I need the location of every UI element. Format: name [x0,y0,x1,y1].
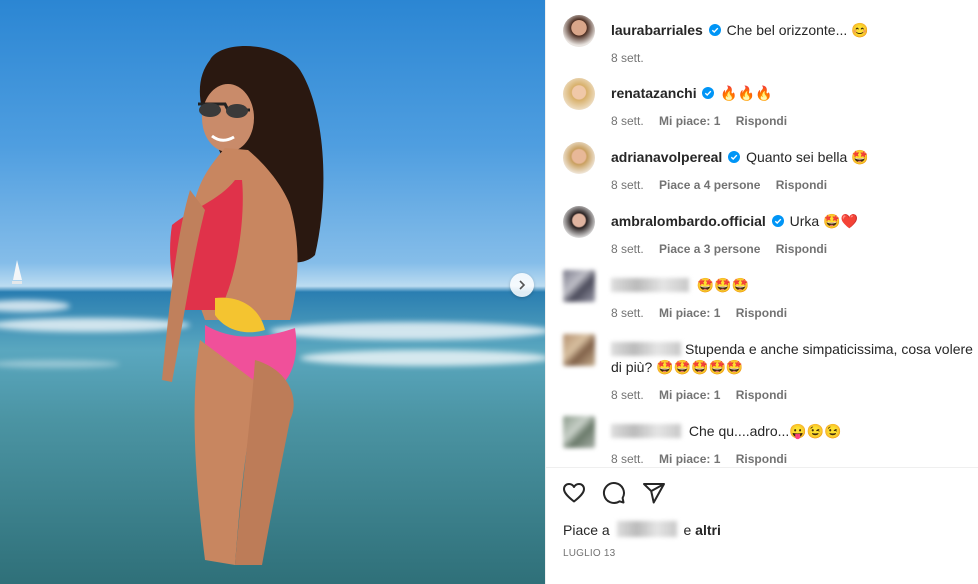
likes-count[interactable]: Piace a 4 persone [659,178,760,192]
comment-date: 8 sett. [611,51,644,65]
likes-summary[interactable]: Piace a e altri [563,521,721,538]
next-photo-button[interactable] [510,273,534,297]
comment-item: renatazanchi 🔥🔥🔥 8 sett. Mi piace: 1 Ris… [563,78,978,130]
verified-badge-icon [702,87,715,99]
comment-text: Che qu....adro...😛😉😉 [688,423,842,439]
action-bar [562,481,666,505]
reply-button[interactable]: Rispondi [736,114,787,128]
likes-others[interactable]: altri [695,522,721,538]
sailboat [12,260,22,284]
reply-button[interactable]: Rispondi [736,306,787,320]
blurred-username[interactable] [611,342,681,356]
avatar[interactable] [563,142,595,174]
likes-prefix: Piace a [563,522,610,538]
comment-date: 8 sett. [611,452,644,466]
woman-figure [162,46,324,565]
reply-button[interactable]: Rispondi [736,452,787,466]
comments-panel: laurabarriales Che bel orizzonte... 😊 8 … [545,0,978,584]
heart-icon[interactable] [562,481,586,505]
wave-foam [0,300,70,312]
comment-item: 🤩🤩🤩 8 sett. Mi piace: 1 Rispondi [563,270,978,322]
comment-date: 8 sett. [611,306,644,320]
chevron-right-icon [519,280,526,290]
likes-and: e [683,522,692,538]
comment-text: Urka 🤩❤️ [789,213,858,229]
blurred-username[interactable] [611,278,689,292]
comment-date: 8 sett. [611,114,644,128]
avatar[interactable] [563,206,595,238]
blurred-username[interactable] [611,424,681,438]
username[interactable]: adrianavolpereal [611,149,722,165]
reply-button[interactable]: Rispondi [736,388,787,402]
likes-count[interactable]: Piace a 3 persone [659,242,760,256]
comment-item: adrianavolpereal Quanto sei bella 🤩 8 se… [563,142,978,194]
verified-badge-icon [708,24,721,36]
send-icon[interactable] [642,481,666,505]
comment-date: 8 sett. [611,388,644,402]
likes-count[interactable]: Mi piace: 1 [659,306,720,320]
username[interactable]: renatazanchi [611,85,697,101]
comment-text: 🤩🤩🤩 [696,277,750,293]
wave-foam [0,360,120,368]
username[interactable]: ambralombardo.official [611,213,766,229]
comment-date: 8 sett. [611,178,644,192]
likes-count[interactable]: Mi piace: 1 [659,452,720,466]
likes-count[interactable]: Mi piace: 1 [659,114,720,128]
divider [546,467,978,468]
caption: laurabarriales Che bel orizzonte... 😊 8 … [563,15,978,67]
comment-text: Quanto sei bella 🤩 [746,149,869,165]
comment-item: Stupenda e anche simpaticissima, cosa vo… [563,334,978,404]
comment-text: 🔥🔥🔥 [720,85,773,101]
post-date: LUGLIO 13 [563,548,616,559]
avatar[interactable] [563,416,595,448]
blurred-username[interactable] [616,521,677,537]
reply-button[interactable]: Rispondi [776,178,827,192]
comment-item: ambralombardo.official Urka 🤩❤️ 8 sett. … [563,206,978,258]
post-photo [0,0,545,584]
avatar[interactable] [563,270,595,302]
avatar[interactable] [563,334,595,366]
likes-count[interactable]: Mi piace: 1 [659,388,720,402]
avatar[interactable] [563,78,595,110]
verified-badge-icon [771,215,784,227]
verified-badge-icon [728,151,741,163]
comment-text: Che bel orizzonte... 😊 [726,22,869,38]
avatar[interactable] [563,15,595,47]
username[interactable]: laurabarriales [611,22,703,38]
comment-date: 8 sett. [611,242,644,256]
reply-button[interactable]: Rispondi [776,242,827,256]
comment-icon[interactable] [602,481,626,505]
comment-item: Che qu....adro...😛😉😉 8 sett. Mi piace: 1… [563,416,978,468]
